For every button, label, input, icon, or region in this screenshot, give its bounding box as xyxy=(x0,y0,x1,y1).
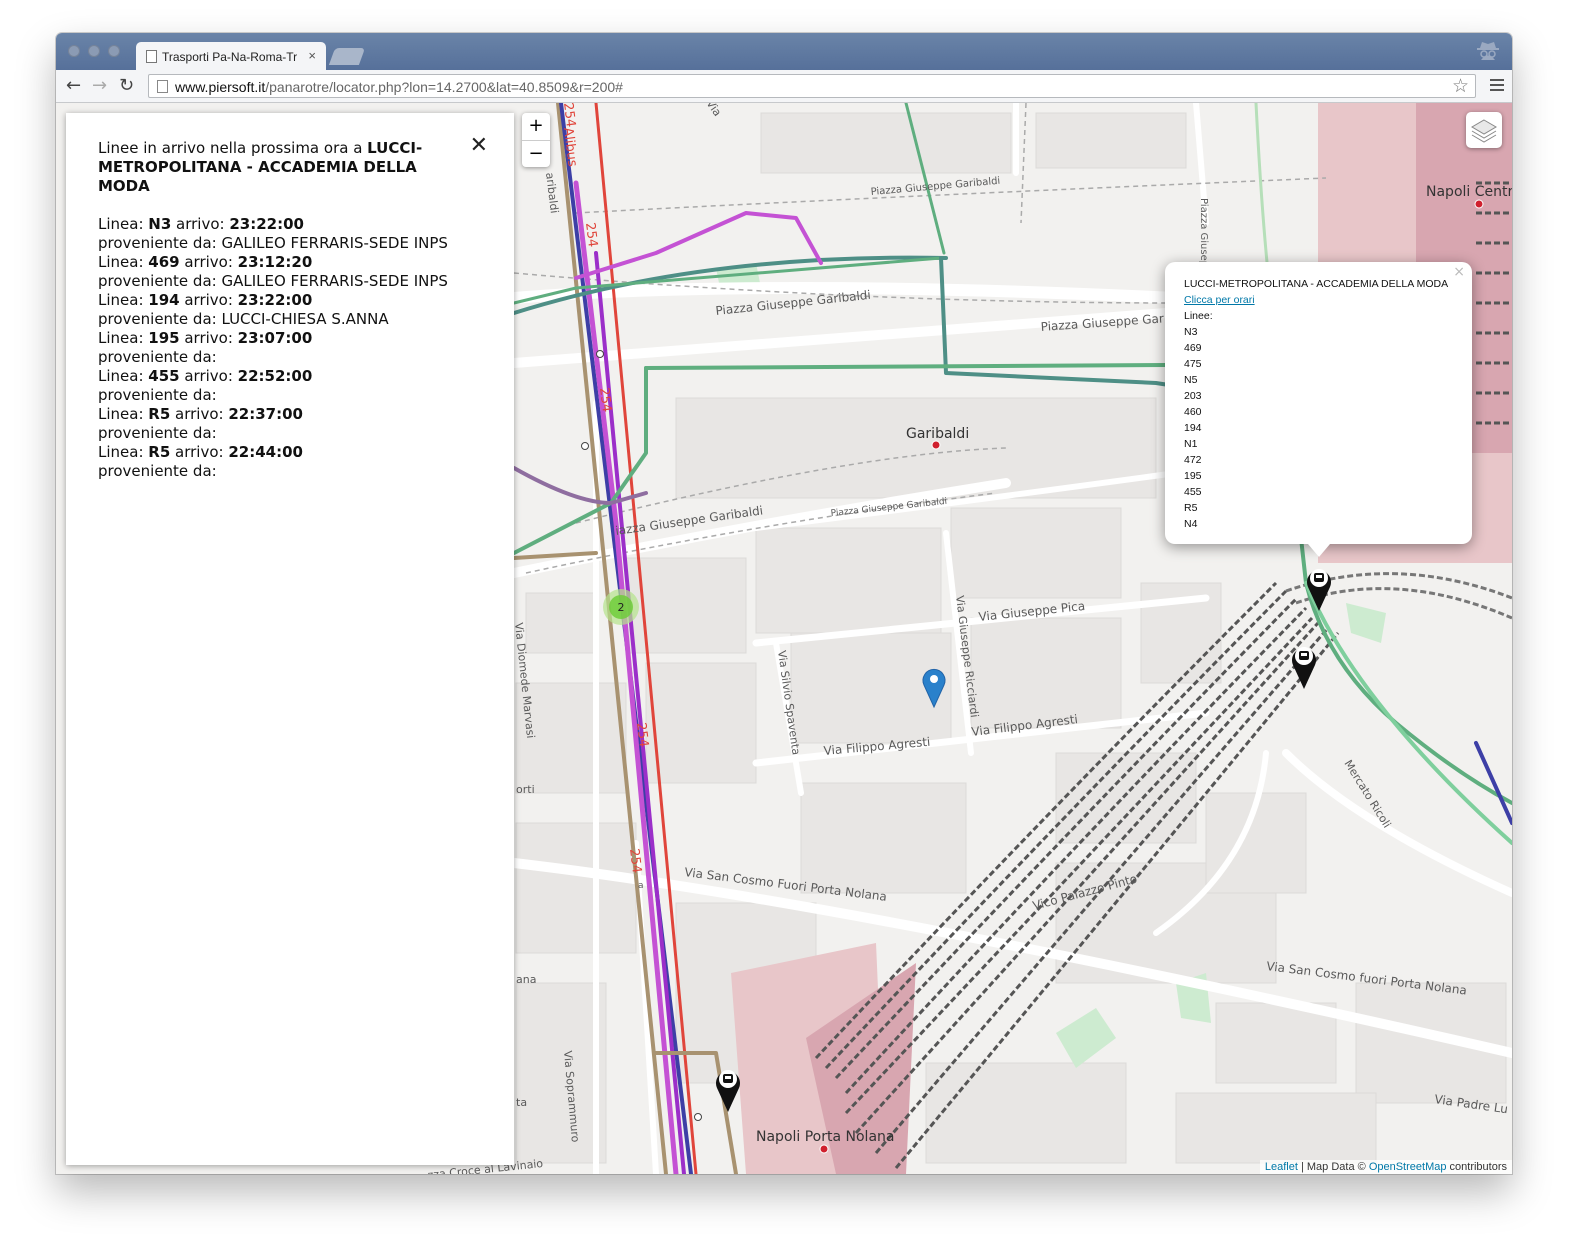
layers-icon xyxy=(1471,119,1497,143)
new-tab-button[interactable] xyxy=(328,48,366,65)
popup-line: 455 xyxy=(1184,486,1202,498)
arrival-time: 23:12:20 xyxy=(237,253,313,271)
leaflet-link[interactable]: Leaflet xyxy=(1265,1161,1298,1173)
browser-window: Trasporti Pa-Na-Roma-Tr × ← → ↻ www.pier… xyxy=(56,33,1512,1174)
label-street: ana xyxy=(516,973,536,986)
popup-tip xyxy=(1308,544,1330,557)
zoom-in-button[interactable]: + xyxy=(522,113,550,141)
popup-line: 203 xyxy=(1184,390,1202,402)
arrival-item: Linea: 469 arrivo: 23:12:20 proveniente d… xyxy=(98,253,448,290)
arrival-item: Linea: 195 arrivo: 23:07:00 proveniente d… xyxy=(98,329,313,366)
popup-line: 194 xyxy=(1184,422,1202,434)
bookmark-star-icon[interactable]: ☆ xyxy=(1452,75,1469,97)
tab-title: Trasporti Pa-Na-Roma-Tr xyxy=(162,50,298,64)
popup-line: N3 xyxy=(1184,326,1198,338)
browser-toolbar: ← → ↻ www.piersoft.it/panarotre/locator.… xyxy=(56,70,1512,103)
arrival-line: R5 xyxy=(148,405,171,423)
arrival-time: 22:52:00 xyxy=(237,367,313,385)
lines-label: Linee: xyxy=(1184,310,1213,322)
label-route: 254 xyxy=(560,103,578,128)
arrivals-sidebar: ✕ Linee in arrivo nella prossima ora a L… xyxy=(66,113,514,1165)
arrival-time: 23:22:00 xyxy=(229,215,304,233)
popup-close-icon[interactable]: × xyxy=(1453,264,1465,280)
window-controls xyxy=(68,45,120,57)
popup-body: LUCCI-METROPOLITANA - ACCADEMIA DELLA MO… xyxy=(1184,276,1448,532)
sidebar-heading: Linee in arrivo nella prossima ora a LUC… xyxy=(98,139,423,195)
zoom-out-button[interactable]: − xyxy=(522,141,550,168)
stop-popup: × LUCCI-METROPOLITANA - ACCADEMIA DELLA … xyxy=(1165,262,1472,557)
arrival-item: Linea: N3 arrivo: 23:22:00 proveniente da… xyxy=(98,215,448,252)
arrival-line: 195 xyxy=(148,329,180,347)
arrival-origin: GALILEO FERRARIS-SEDE INPS xyxy=(221,272,448,290)
timetable-link[interactable]: Clicca per orari xyxy=(1184,294,1255,306)
sidebar-close-icon[interactable]: ✕ xyxy=(470,133,488,158)
popup-line: N5 xyxy=(1184,374,1198,386)
arrival-time: 23:07:00 xyxy=(237,329,313,347)
zoom-control: + − xyxy=(522,113,550,167)
incognito-icon xyxy=(1477,42,1499,60)
arrival-line: 455 xyxy=(148,367,180,385)
popup-title: LUCCI-METROPOLITANA - ACCADEMIA DELLA MO… xyxy=(1184,278,1449,290)
arrivals-text: Linee in arrivo nella prossima ora a LUC… xyxy=(98,139,458,481)
layers-button[interactable] xyxy=(1466,112,1502,148)
label-route: 254 xyxy=(596,387,614,413)
popup-line: 475 xyxy=(1184,358,1202,370)
close-window-button[interactable] xyxy=(68,45,80,57)
reload-icon[interactable]: ↻ xyxy=(119,76,134,96)
page-content: Napoli Centr Garibaldi Napoli Porta Nola… xyxy=(56,103,1512,1174)
arrival-item: Linea: R5 arrivo: 22:44:00 proveniente da… xyxy=(98,443,303,480)
page-info-icon xyxy=(157,80,168,93)
cluster-count: 2 xyxy=(618,601,625,614)
popup-line: 195 xyxy=(1184,470,1202,482)
label-route: 254 xyxy=(626,848,644,874)
menu-icon[interactable] xyxy=(1490,76,1504,94)
arrival-line: 194 xyxy=(148,291,180,309)
arrival-origin: GALILEO FERRARIS-SEDE INPS xyxy=(221,234,448,252)
arrival-item: Linea: 455 arrivo: 22:52:00 proveniente d… xyxy=(98,367,313,404)
arrival-time: 23:22:00 xyxy=(237,291,313,309)
marker-cluster[interactable]: 2 xyxy=(603,589,639,625)
arrival-item: Linea: R5 arrivo: 22:37:00 proveniente da… xyxy=(98,405,303,442)
arrival-line: N3 xyxy=(148,215,172,233)
url-text: www.piersoft.it/panarotre/locator.php?lo… xyxy=(175,79,623,95)
popup-line: 472 xyxy=(1184,454,1202,466)
popup-line: R5 xyxy=(1184,502,1198,514)
arrival-time: 22:37:00 xyxy=(228,405,303,423)
popup-line: N1 xyxy=(1184,438,1198,450)
arrival-line: R5 xyxy=(148,443,171,461)
label-street: ta xyxy=(516,1096,527,1109)
label-route: 254 xyxy=(633,722,651,748)
map-attribution: Leaflet | Map Data © OpenStreetMap contr… xyxy=(1259,1160,1512,1174)
popup-line: N4 xyxy=(1184,518,1198,530)
label-route: a xyxy=(638,881,644,891)
label-napoli-centrale: Napoli Centr xyxy=(1426,184,1512,200)
arrival-origin: LUCCI-CHIESA S.ANNA xyxy=(221,310,389,328)
address-bar[interactable]: www.piersoft.it/panarotre/locator.php?lo… xyxy=(148,74,1476,98)
minimize-window-button[interactable] xyxy=(88,45,100,57)
label-napoli-porta-nolana: Napoli Porta Nolana xyxy=(756,1129,894,1145)
label-garibaldi: Garibaldi xyxy=(906,426,969,442)
back-arrow-icon[interactable]: ← xyxy=(66,76,81,96)
osm-link[interactable]: OpenStreetMap xyxy=(1369,1161,1447,1173)
tab-close-icon[interactable]: × xyxy=(308,48,316,63)
popup-line: 460 xyxy=(1184,406,1202,418)
label-street: orti xyxy=(516,783,535,796)
browser-tab[interactable]: Trasporti Pa-Na-Roma-Tr × xyxy=(136,42,326,70)
arrival-line: 469 xyxy=(148,253,180,271)
arrival-item: Linea: 194 arrivo: 23:22:00 proveniente d… xyxy=(98,291,389,328)
maximize-window-button[interactable] xyxy=(108,45,120,57)
forward-arrow-icon[interactable]: → xyxy=(92,76,107,96)
arrival-time: 22:44:00 xyxy=(228,443,303,461)
title-bar: Trasporti Pa-Na-Roma-Tr × xyxy=(56,33,1512,70)
page-icon xyxy=(146,50,157,63)
label-route: 254 xyxy=(582,222,600,248)
popup-line: 469 xyxy=(1184,342,1202,354)
